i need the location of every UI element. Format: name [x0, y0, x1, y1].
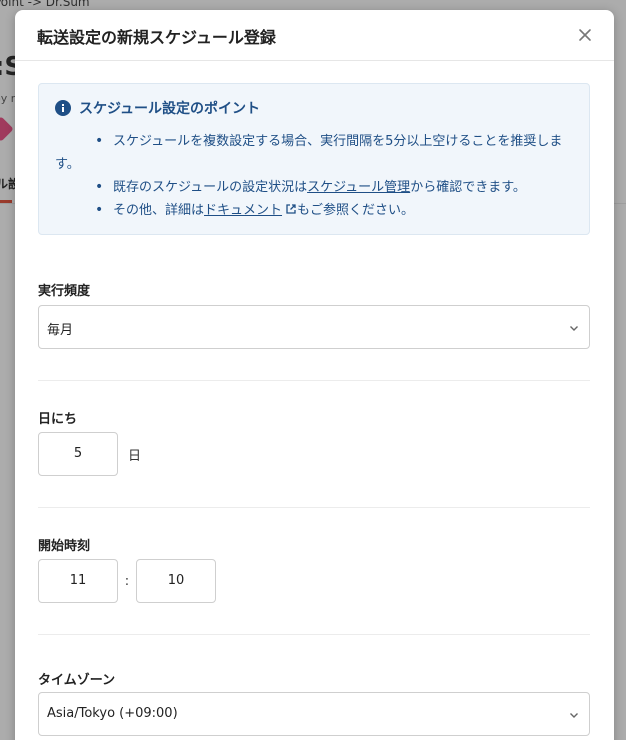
day-label: 日にち	[38, 412, 78, 427]
info-item-documents: • その他、詳細はドキュメント もご参照ください。	[55, 199, 573, 222]
day-input[interactable]: 5	[38, 432, 118, 476]
close-icon	[579, 29, 591, 41]
close-button[interactable]	[572, 22, 598, 48]
info-list: • スケジュールを複数設定する場合、実行間隔を5分以上空けることを推奨しま す。…	[55, 130, 573, 222]
start-time-row: 11 : 10	[38, 559, 591, 603]
schedule-management-link[interactable]: スケジュール管理	[307, 180, 410, 195]
document-link[interactable]: ドキュメント	[204, 203, 282, 218]
info-item3-prefix: その他、詳細は	[113, 203, 205, 218]
modal-body: スケジュール設定のポイント • スケジュールを複数設定する場合、実行間隔を5分以…	[15, 61, 614, 736]
start-time-label: 開始時刻	[38, 539, 91, 554]
info-heading-text: スケジュール設定のポイント	[79, 101, 261, 117]
start-hour-input[interactable]: 11	[38, 559, 118, 603]
day-row: 5 日	[38, 432, 591, 476]
frequency-select-value: 毎月	[47, 323, 74, 338]
info-item3-suffix: もご参照ください。	[297, 203, 415, 218]
start-minute-input[interactable]: 10	[136, 559, 216, 603]
timezone-label: タイムゾーン	[38, 673, 116, 688]
info-item-interval-line1: スケジュールを複数設定する場合、実行間隔を5分以上空けることを推奨しま	[113, 134, 563, 149]
timezone-select[interactable]: Asia/Tokyo (+09:00)	[38, 692, 590, 736]
day-unit: 日	[128, 448, 142, 464]
info-item-interval: • スケジュールを複数設定する場合、実行間隔を5分以上空けることを推奨しま	[55, 130, 573, 153]
frequency-label: 実行頻度	[38, 284, 91, 299]
chevron-down-icon	[570, 326, 578, 331]
info-heading: スケジュール設定のポイント	[55, 98, 573, 118]
schedule-modal: 転送設定の新規スケジュール登録 スケジュール設定のポイント • スケジュールを複	[15, 10, 614, 740]
info-bullet: •	[95, 133, 104, 149]
info-icon	[55, 100, 71, 116]
external-link-icon[interactable]	[285, 203, 297, 215]
frequency-select[interactable]: 毎月	[38, 305, 590, 349]
time-separator: :	[124, 573, 130, 589]
modal-header: 転送設定の新規スケジュール登録	[15, 10, 614, 61]
info-bullet: •	[95, 202, 104, 218]
info-bullet: •	[95, 179, 104, 195]
info-item-interval-line2: す。	[55, 157, 80, 172]
info-item2-prefix: 既存のスケジュールの設定状況は	[113, 180, 308, 195]
info-box: スケジュール設定のポイント • スケジュールを複数設定する場合、実行間隔を5分以…	[38, 83, 590, 235]
timezone-select-value: Asia/Tokyo (+09:00)	[47, 706, 178, 721]
info-item-interval-continued: す。	[55, 153, 573, 176]
modal-title: 転送設定の新規スケジュール登録	[37, 28, 276, 47]
info-item-schedule-management: • 既存のスケジュールの設定状況はスケジュール管理から確認できます。	[55, 176, 573, 199]
chevron-down-icon	[570, 713, 578, 718]
info-item2-suffix: から確認できます。	[410, 180, 526, 195]
